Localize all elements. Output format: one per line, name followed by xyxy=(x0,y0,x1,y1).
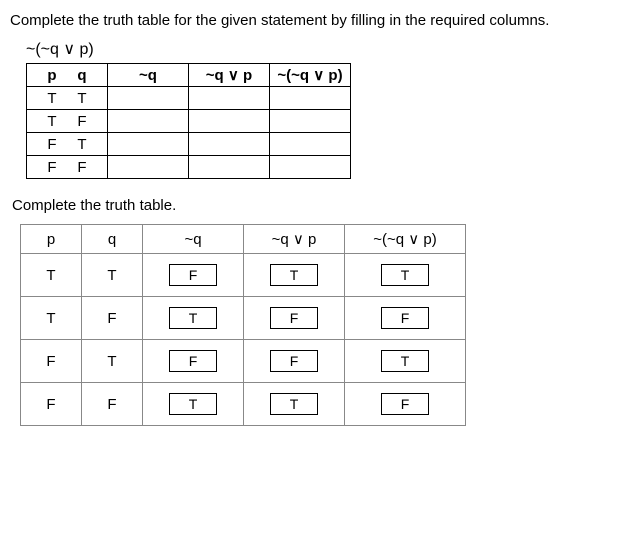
table-row: FF xyxy=(27,156,351,179)
table-row: TT xyxy=(27,87,351,110)
header-nq: ~q xyxy=(108,64,189,87)
answer-box[interactable]: T xyxy=(381,350,429,372)
cell-blank xyxy=(189,156,270,179)
cell-blank xyxy=(189,133,270,156)
table-row: F F T T F xyxy=(21,383,466,426)
cell-q: F xyxy=(82,383,143,426)
cell-p: F xyxy=(47,136,56,153)
table-row: F T F F T xyxy=(21,340,466,383)
answer-box[interactable]: F xyxy=(381,307,429,329)
cell-q: T xyxy=(82,254,143,297)
cell-p: F xyxy=(21,340,82,383)
header-q: q xyxy=(82,225,143,254)
cell-p: F xyxy=(21,383,82,426)
table-row: FT xyxy=(27,133,351,156)
header-final: ~(~q ∨ p) xyxy=(345,225,466,254)
table-row: T F T F F xyxy=(21,297,466,340)
answer-box[interactable]: F xyxy=(169,350,217,372)
cell-blank xyxy=(270,133,351,156)
header-nqvp: ~q ∨ p xyxy=(189,64,270,87)
truth-table-answers: p q ~q ~q ∨ p ~(~q ∨ p) T T F T T T F T … xyxy=(20,224,466,426)
answer-box[interactable]: T xyxy=(169,307,217,329)
cell-q: T xyxy=(77,136,86,153)
cell-blank xyxy=(108,133,189,156)
answer-box[interactable]: T xyxy=(270,393,318,415)
cell-blank xyxy=(270,87,351,110)
cell-q: F xyxy=(77,113,86,130)
cell-p: T xyxy=(21,254,82,297)
header-q: q xyxy=(77,67,86,84)
instruction-text: Complete the truth table for the given s… xyxy=(10,12,633,29)
cell-q: F xyxy=(77,159,86,176)
header-p: p xyxy=(21,225,82,254)
cell-blank xyxy=(189,87,270,110)
answer-box[interactable]: F xyxy=(270,350,318,372)
answer-box[interactable]: T xyxy=(169,393,217,415)
subinstruction-text: Complete the truth table. xyxy=(12,197,633,214)
truth-table-blank: p q ~q ~q ∨ p ~(~q ∨ p) TT TF FT FF xyxy=(26,63,351,179)
header-final: ~(~q ∨ p) xyxy=(270,64,351,87)
cell-q: F xyxy=(82,297,143,340)
header-pq: p q xyxy=(27,64,108,87)
cell-blank xyxy=(108,110,189,133)
cell-p: F xyxy=(47,159,56,176)
cell-p: T xyxy=(47,90,56,107)
cell-blank xyxy=(270,110,351,133)
answer-box[interactable]: F xyxy=(169,264,217,286)
expression-text: ~(~q ∨ p) xyxy=(26,39,633,59)
table-row: T T F T T xyxy=(21,254,466,297)
cell-blank xyxy=(108,156,189,179)
answer-box[interactable]: T xyxy=(270,264,318,286)
cell-blank xyxy=(108,87,189,110)
table-row: TF xyxy=(27,110,351,133)
cell-p: T xyxy=(21,297,82,340)
header-p: p xyxy=(47,67,56,84)
cell-blank xyxy=(270,156,351,179)
cell-q: T xyxy=(82,340,143,383)
answer-box[interactable]: F xyxy=(270,307,318,329)
answer-box[interactable]: T xyxy=(381,264,429,286)
cell-p: T xyxy=(47,113,56,130)
cell-q: T xyxy=(77,90,86,107)
header-nqvp: ~q ∨ p xyxy=(244,225,345,254)
header-nq: ~q xyxy=(143,225,244,254)
answer-box[interactable]: F xyxy=(381,393,429,415)
cell-blank xyxy=(189,110,270,133)
